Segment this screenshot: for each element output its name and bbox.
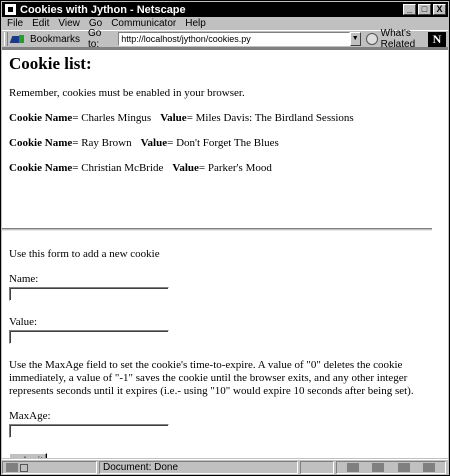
url-field[interactable] <box>118 32 350 46</box>
component-bar <box>336 461 446 474</box>
progress-indicator <box>300 461 334 474</box>
page-viewport[interactable]: Cookie list: Remember, cookies must be e… <box>2 48 448 458</box>
cookie-value-value: = Miles Davis: The Birdland Sessions <box>186 112 354 124</box>
cookie-entry: Cookie Name= Ray Brown Value= Don't Forge… <box>9 137 441 150</box>
composer-icon[interactable] <box>397 463 410 472</box>
cookie-name-value: = Ray Brown <box>72 137 132 149</box>
page-content: Cookie list: Remember, cookies must be e… <box>2 50 448 458</box>
chat-icon[interactable] <box>423 463 436 472</box>
maxage-field-label: MaxAge: <box>9 410 51 422</box>
cookie-name-label: Cookie Name <box>9 137 73 149</box>
page-title: Cookie list: <box>9 54 92 73</box>
maximize-button[interactable]: □ <box>418 4 431 15</box>
cookie-value-label: Value <box>160 112 187 124</box>
name-field-label: Name: <box>9 273 39 285</box>
cookie-value-label: Value <box>140 137 168 149</box>
menu-view[interactable]: View <box>58 18 80 29</box>
value-field[interactable] <box>9 330 169 344</box>
minimize-button[interactable]: _ <box>403 4 416 15</box>
goto-label: Go to: <box>88 28 102 50</box>
menu-communicator[interactable]: Communicator <box>111 18 176 29</box>
cookie-value-value: = Parker's Mood <box>198 162 272 174</box>
window-title: Cookies with Jython - Netscape <box>20 3 186 16</box>
close-button[interactable]: X <box>433 4 446 15</box>
cookie-name-value: = Charles Mingus <box>72 112 152 124</box>
cookie-value-value: = Don't Forget The Blues <box>167 137 279 149</box>
security-indicator[interactable] <box>2 461 97 474</box>
location-toolbar: Bookmarks Go to: ▼ What's Related N <box>2 28 448 50</box>
form-intro-text: Use this form to add a new cookie <box>9 248 160 260</box>
value-field-label: Value: <box>9 316 38 328</box>
url-dropdown-button[interactable]: ▼ <box>349 32 361 46</box>
navigator-icon[interactable] <box>346 463 359 472</box>
menu-help[interactable]: Help <box>185 18 206 29</box>
bookmarks-button[interactable]: Bookmarks <box>11 34 80 45</box>
title-bar: Cookies with Jython - Netscape _ □ X <box>2 2 448 17</box>
status-text: Document: Done <box>99 461 298 474</box>
menu-file[interactable]: File <box>7 18 23 29</box>
lock-icon <box>20 463 28 472</box>
cookie-entry: Cookie Name= Christian McBride Value= Par… <box>9 162 441 175</box>
maxage-field[interactable] <box>9 424 169 438</box>
status-bar: Document: Done <box>2 459 448 475</box>
submit-button[interactable]: submit <box>9 453 47 458</box>
cookie-entry: Cookie Name= Charles Mingus Value= Miles … <box>9 112 441 125</box>
toolbar-grip[interactable] <box>4 32 8 46</box>
cookie-name-label: Cookie Name <box>9 162 73 174</box>
maxage-input[interactable] <box>10 425 168 438</box>
value-input[interactable] <box>10 331 168 344</box>
name-input[interactable] <box>10 288 168 301</box>
maxage-help-text: Use the MaxAge field to set the cookie's… <box>9 359 414 397</box>
whats-related-icon <box>365 33 378 45</box>
cookie-value-label: Value <box>172 162 199 174</box>
horizontal-divider <box>2 228 432 231</box>
mail-icon[interactable] <box>372 463 385 472</box>
cookie-name-label: Cookie Name <box>9 112 73 124</box>
menu-edit[interactable]: Edit <box>32 18 49 29</box>
bookmarks-label: Bookmarks <box>30 33 81 45</box>
cookie-name-value: = Christian McBride <box>72 162 164 174</box>
netscape-logo[interactable]: N <box>428 32 446 47</box>
browser-window: Cookies with Jython - Netscape _ □ X Fil… <box>0 0 450 476</box>
name-field[interactable] <box>9 287 169 301</box>
url-input[interactable] <box>121 34 349 44</box>
netscape-app-icon[interactable] <box>5 4 16 15</box>
reminder-text: Remember, cookies must be enabled in you… <box>9 87 245 99</box>
bookmarks-icon <box>11 34 27 44</box>
connection-icon <box>6 463 18 472</box>
